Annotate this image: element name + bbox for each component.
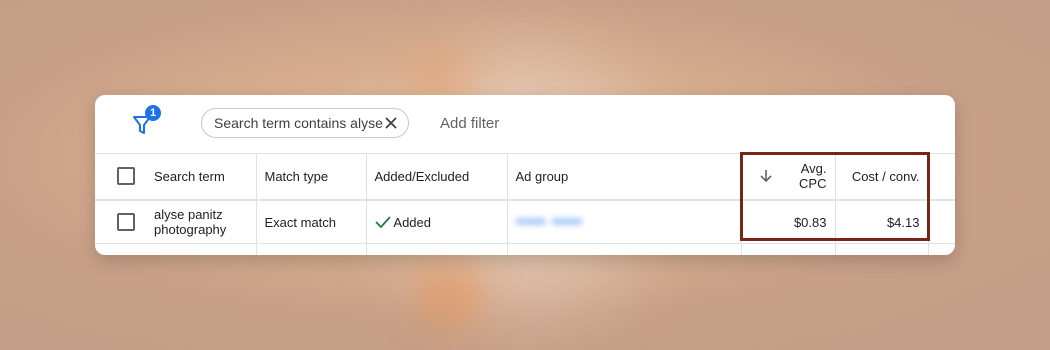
- cell-match-type: Exact match: [256, 200, 367, 244]
- filter-chip-label: Search term contains alyse: [214, 115, 383, 131]
- cell-spacer: [928, 200, 955, 244]
- column-header-spacer: [928, 153, 955, 201]
- select-all-checkbox[interactable]: [117, 167, 135, 185]
- cell-avg-cpc: $0.83: [741, 200, 836, 244]
- ad-group-link-redacted[interactable]: [515, 215, 586, 227]
- column-header-match-type[interactable]: Match type: [256, 153, 367, 201]
- column-header-avg-cpc[interactable]: Avg. CPC: [741, 153, 836, 201]
- column-header-avg-cpc-label: Avg. CPC: [799, 161, 827, 191]
- table-header-row: Search term Match type Added/Excluded Ad…: [95, 153, 955, 201]
- filter-button[interactable]: 1: [133, 105, 161, 137]
- sort-descending-icon[interactable]: [759, 169, 772, 183]
- select-all-cell: [95, 153, 146, 201]
- add-filter-button[interactable]: Add filter: [440, 115, 499, 132]
- added-status-label: Added: [393, 214, 431, 230]
- close-icon[interactable]: [384, 116, 398, 130]
- check-icon: [374, 215, 391, 228]
- cell-ad-group[interactable]: [507, 200, 742, 244]
- column-header-search-term[interactable]: Search term: [146, 153, 257, 201]
- background-blur-accent: [390, 250, 510, 340]
- filter-bar: 1 Search term contains alyse Add filter: [95, 95, 955, 154]
- table-row-partial: [95, 243, 955, 255]
- column-header-added-excluded[interactable]: Added/Excluded: [366, 153, 508, 201]
- column-header-cost-per-conv[interactable]: Cost / conv.: [835, 153, 929, 201]
- cell-search-term: alyse panitz photography: [146, 200, 257, 244]
- cell-cost-per-conv: $4.13: [835, 200, 929, 244]
- filter-chip[interactable]: Search term contains alyse: [201, 108, 409, 138]
- table-row[interactable]: alyse panitz photography Exact match Add…: [95, 200, 955, 244]
- cell-added-excluded: Added: [366, 200, 508, 244]
- filter-count-badge: 1: [145, 105, 161, 121]
- search-terms-table: Search term Match type Added/Excluded Ad…: [95, 153, 955, 255]
- search-terms-panel: 1 Search term contains alyse Add filter: [95, 95, 955, 255]
- column-header-ad-group[interactable]: Ad group: [507, 153, 742, 201]
- row-select-cell: [95, 200, 146, 244]
- row-checkbox[interactable]: [117, 213, 135, 231]
